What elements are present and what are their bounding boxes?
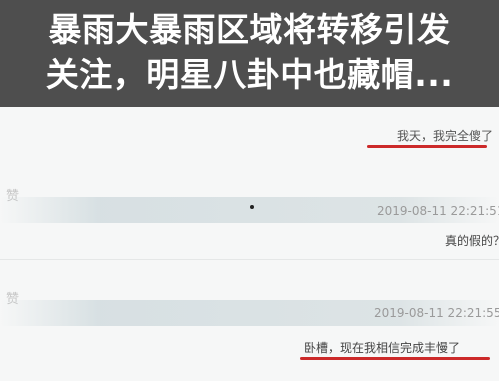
comment-block: 我天，我完全傻了 赞 2019-08-11 22:21:51 真的假的？ (0, 107, 499, 262)
screenshot-page: 暴雨大暴雨区域将转移引发 关注，明星八卦中也藏帽... 我天，我完全傻了 赞 2… (0, 0, 499, 381)
cursor-dot (250, 205, 254, 209)
reply-text: 真的假的？ (445, 234, 499, 248)
comment-text: 我天，我完全傻了 (397, 129, 494, 143)
headline-line-1: 暴雨大暴雨区域将转移引发 (48, 10, 451, 49)
highlight-underline (300, 357, 490, 360)
comment-block: 赞 2019-08-11 22:21:55 卧槽，现在我相信完成丰慢了 (0, 262, 499, 381)
headline-line-2: 关注，明星八卦中也藏帽... (45, 55, 454, 94)
highlight-underline (367, 145, 487, 148)
headline-banner: 暴雨大暴雨区域将转移引发 关注，明星八卦中也藏帽... (0, 0, 499, 107)
comment-text: 卧槽，现在我相信完成丰慢了 (304, 341, 461, 355)
comment-timestamp: 2019-08-11 22:21:55 (374, 306, 499, 320)
divider (0, 259, 499, 260)
comment-timestamp: 2019-08-11 22:21:51 (377, 204, 499, 218)
